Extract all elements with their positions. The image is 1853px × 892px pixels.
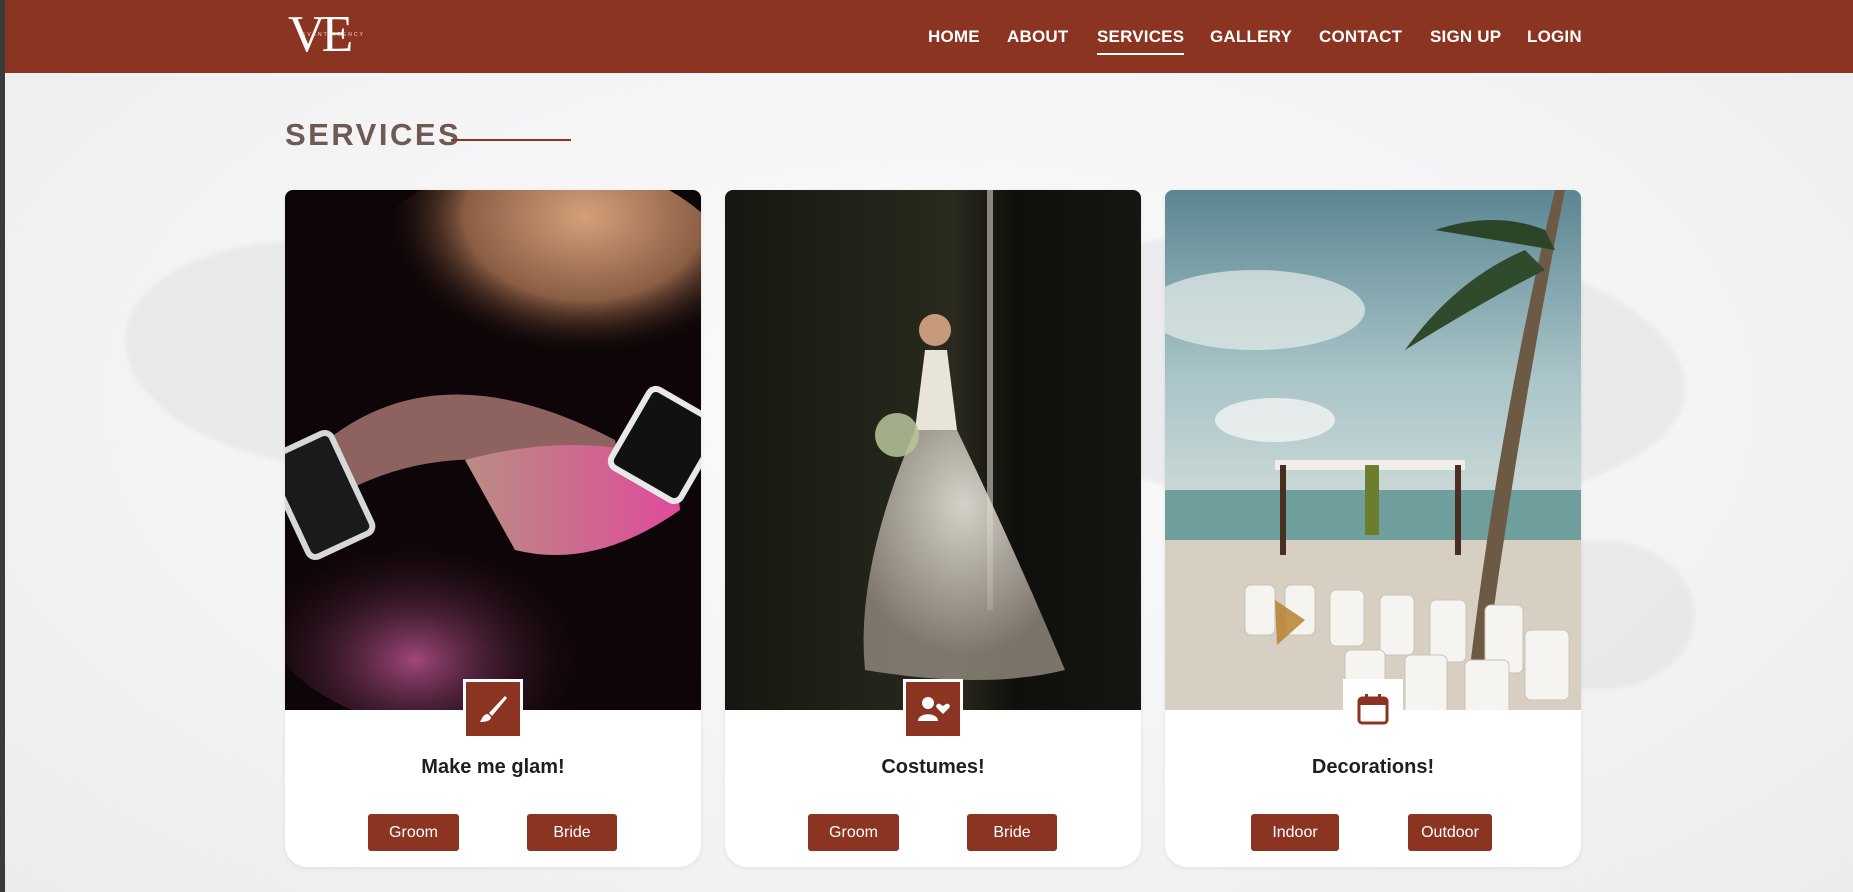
bride-photo	[725, 190, 1141, 710]
makeup-photo	[285, 190, 701, 710]
main-nav: HOME ABOUT SERVICES GALLERY CONTACT SIGN…	[5, 0, 1853, 73]
page-frame: VE EVENT AGENCY HOME ABOUT SERVICES GALL…	[5, 0, 1853, 892]
nav-services[interactable]: SERVICES	[1097, 27, 1185, 55]
card-title: Costumes!	[881, 756, 985, 778]
brush-icon-box	[463, 679, 523, 739]
calendar-icon	[1357, 694, 1389, 725]
section-title: SERVICES	[285, 117, 462, 152]
brush-icon	[480, 696, 507, 722]
groom-button[interactable]: Groom	[368, 814, 459, 851]
groom-button[interactable]: Groom	[808, 814, 899, 851]
nav-login[interactable]: LOGIN	[1527, 27, 1582, 47]
card-title: Decorations!	[1311, 756, 1435, 778]
outdoor-button[interactable]: Outdoor	[1408, 814, 1492, 851]
service-card-costumes: Costumes! Groom Bride	[725, 190, 1141, 867]
user-heart-icon-box	[903, 679, 963, 739]
beach-photo	[1165, 190, 1581, 710]
service-card-glam: Make me glam! Groom Bride	[285, 190, 701, 867]
nav-home[interactable]: HOME	[928, 27, 980, 47]
title-underline	[451, 139, 571, 141]
bride-button[interactable]: Bride	[967, 814, 1057, 851]
nav-contact[interactable]: CONTACT	[1319, 27, 1402, 47]
nav-sign-up[interactable]: SIGN UP	[1430, 27, 1501, 47]
calendar-icon-box	[1343, 679, 1403, 739]
site-header: VE EVENT AGENCY HOME ABOUT SERVICES GALL…	[5, 0, 1853, 73]
indoor-button[interactable]: Indoor	[1251, 814, 1339, 851]
card-title: Make me glam!	[421, 756, 565, 778]
nav-gallery[interactable]: GALLERY	[1210, 27, 1292, 47]
service-card-decorations: Decorations! Indoor Outdoor	[1165, 190, 1581, 867]
bride-button[interactable]: Bride	[527, 814, 617, 851]
nav-about[interactable]: ABOUT	[1007, 27, 1068, 47]
user-heart-icon	[918, 697, 950, 721]
